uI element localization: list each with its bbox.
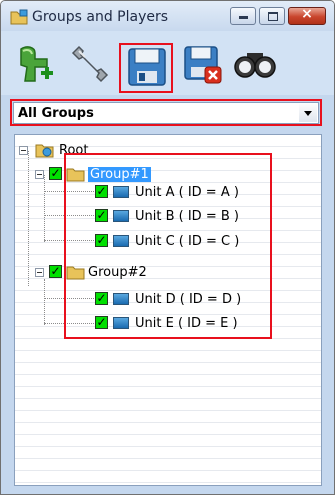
maximize-button[interactable] <box>259 7 285 25</box>
tree-highlight-box <box>64 153 272 339</box>
collapse-icon[interactable] <box>35 268 44 277</box>
minimize-button[interactable] <box>230 7 256 25</box>
group-checkbox[interactable]: ✓ <box>49 167 62 180</box>
floppy-disk-delete-icon <box>184 46 222 84</box>
find-button[interactable] <box>233 43 277 87</box>
binoculars-icon <box>234 53 276 78</box>
minimize-icon <box>239 16 248 19</box>
collapse-icon[interactable] <box>35 170 44 179</box>
title-bar[interactable]: Groups and Players × <box>1 1 334 31</box>
wrench-icon <box>71 45 109 83</box>
close-icon: × <box>301 6 313 22</box>
collapse-icon[interactable] <box>19 146 28 155</box>
network-folder-icon <box>35 144 54 158</box>
tree-connector <box>28 151 29 286</box>
maximize-icon <box>268 12 278 21</box>
filter-highlight-box <box>10 99 322 126</box>
add-player-button[interactable] <box>13 43 57 87</box>
discard-button[interactable] <box>181 43 225 87</box>
tree-connector <box>44 279 45 325</box>
group-checkbox[interactable]: ✓ <box>49 265 62 278</box>
save-highlight-box <box>119 43 173 93</box>
window-title: Groups and Players <box>32 9 169 25</box>
folder-icon <box>10 9 28 25</box>
add-player-icon <box>20 46 53 82</box>
close-button[interactable]: × <box>288 6 326 25</box>
settings-button[interactable] <box>67 43 111 87</box>
tree-connector <box>44 175 45 242</box>
